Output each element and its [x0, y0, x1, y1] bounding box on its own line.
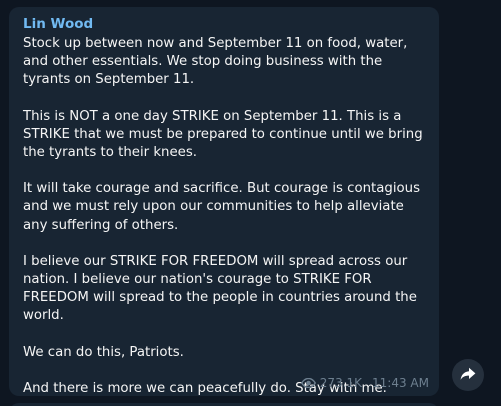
message-paragraph: We can do this, Patriots.: [23, 344, 184, 360]
message-paragraph: It will take courage and sacrifice. But …: [23, 181, 421, 233]
eye-icon: [300, 378, 316, 388]
author-name[interactable]: Lin Wood: [23, 15, 427, 33]
share-arrow-icon: [460, 366, 476, 385]
message-paragraph: I believe our STRIKE FOR FREEDOM will sp…: [23, 253, 417, 324]
message-meta: 273.1K 11:43 AM: [300, 376, 429, 390]
share-button[interactable]: [452, 359, 484, 391]
message-time: 11:43 AM: [372, 376, 429, 390]
view-count: 273.1K: [319, 376, 363, 390]
message-paragraph: This is NOT a one day STRIKE on Septembe…: [23, 108, 423, 161]
chat-view: Lin Wood Stock up between now and Septem…: [0, 0, 501, 406]
message-bubble[interactable]: Lin Wood Stock up between now and Septem…: [9, 7, 439, 396]
message-paragraph: Stock up between now and September 11 on…: [23, 36, 408, 88]
